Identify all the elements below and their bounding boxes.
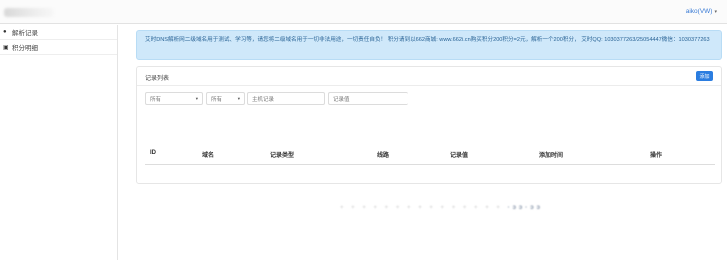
input-fade <box>407 92 457 105</box>
line-select[interactable]: 所有 ▾ <box>206 92 245 105</box>
blurred-footer-dark: ·ɔɔ·ɔɔ <box>507 205 543 211</box>
chevron-down-icon: ▾ <box>195 95 198 101</box>
sidebar-item-dns-records[interactable]: ● 解析记录 <box>0 25 117 40</box>
column-header-id: ID <box>150 150 156 156</box>
column-header-actions: 操作 <box>650 153 663 159</box>
user-menu-label: aiko(VW) <box>685 8 713 15</box>
panel-header: 记录列表 添加 <box>137 67 721 86</box>
globe-icon: ● <box>3 29 7 35</box>
blurred-footer-light: + + + + + + + + + + + + + + + <box>340 205 503 211</box>
chevron-down-icon: ▾ <box>237 95 240 101</box>
notice-text: 艾时DNS解析网二级域名用于测试、学习等，请您将二级域名用于一切非法用途，一切责… <box>145 37 710 43</box>
top-navbar: aiko(VW) ▾ <box>0 0 727 24</box>
line-value: 所有 <box>211 96 223 103</box>
add-record-button[interactable]: 添加 <box>696 71 713 81</box>
record-type-value: 所有 <box>150 96 162 103</box>
host-record-placeholder: 主机记录 <box>252 96 275 103</box>
blurred-footer-text: + + + + + + + + + + + + + + + ·ɔɔ·ɔɔ <box>340 205 640 215</box>
sidebar-item-points-detail[interactable]: ▣ 积分明细 <box>0 40 117 55</box>
panel-title: 记录列表 <box>145 76 170 82</box>
chevron-down-icon: ▾ <box>714 9 717 15</box>
column-header-domain: 域名 <box>202 153 215 159</box>
list-icon: ▣ <box>3 44 9 51</box>
record-value-input[interactable]: 记录值 <box>328 92 408 105</box>
column-header-record-value: 记录值 <box>450 153 469 159</box>
host-record-input[interactable]: 主机记录 <box>247 92 325 105</box>
table-header-row: ID 域名 记录类型 线路 记录值 添加时间 操作 <box>145 147 715 165</box>
notice-alert: 艾时DNS解析网二级域名用于测试、学习等，请您将二级域名用于一切非法用途，一切责… <box>136 30 722 60</box>
sidebar-item-label: 解析记录 <box>12 30 38 37</box>
user-menu-dropdown[interactable]: aiko(VW) ▾ <box>686 8 717 15</box>
column-header-record-type: 记录类型 <box>270 153 295 159</box>
record-type-select[interactable]: 所有 ▾ <box>145 92 203 105</box>
record-value-placeholder: 记录值 <box>333 96 350 103</box>
column-header-added-time: 添加时间 <box>539 153 564 159</box>
site-logo[interactable] <box>4 8 54 17</box>
sidebar: ● 解析记录 ▣ 积分明细 <box>0 25 118 260</box>
sidebar-item-label: 积分明细 <box>12 45 38 52</box>
filter-bar: 所有 ▾ 所有 ▾ 主机记录 记录值 <box>137 86 721 110</box>
records-panel: 记录列表 添加 所有 ▾ 所有 ▾ 主机记录 记录值 ID 域名 记录类型 线路… <box>136 66 722 184</box>
column-header-line: 线路 <box>377 153 390 159</box>
